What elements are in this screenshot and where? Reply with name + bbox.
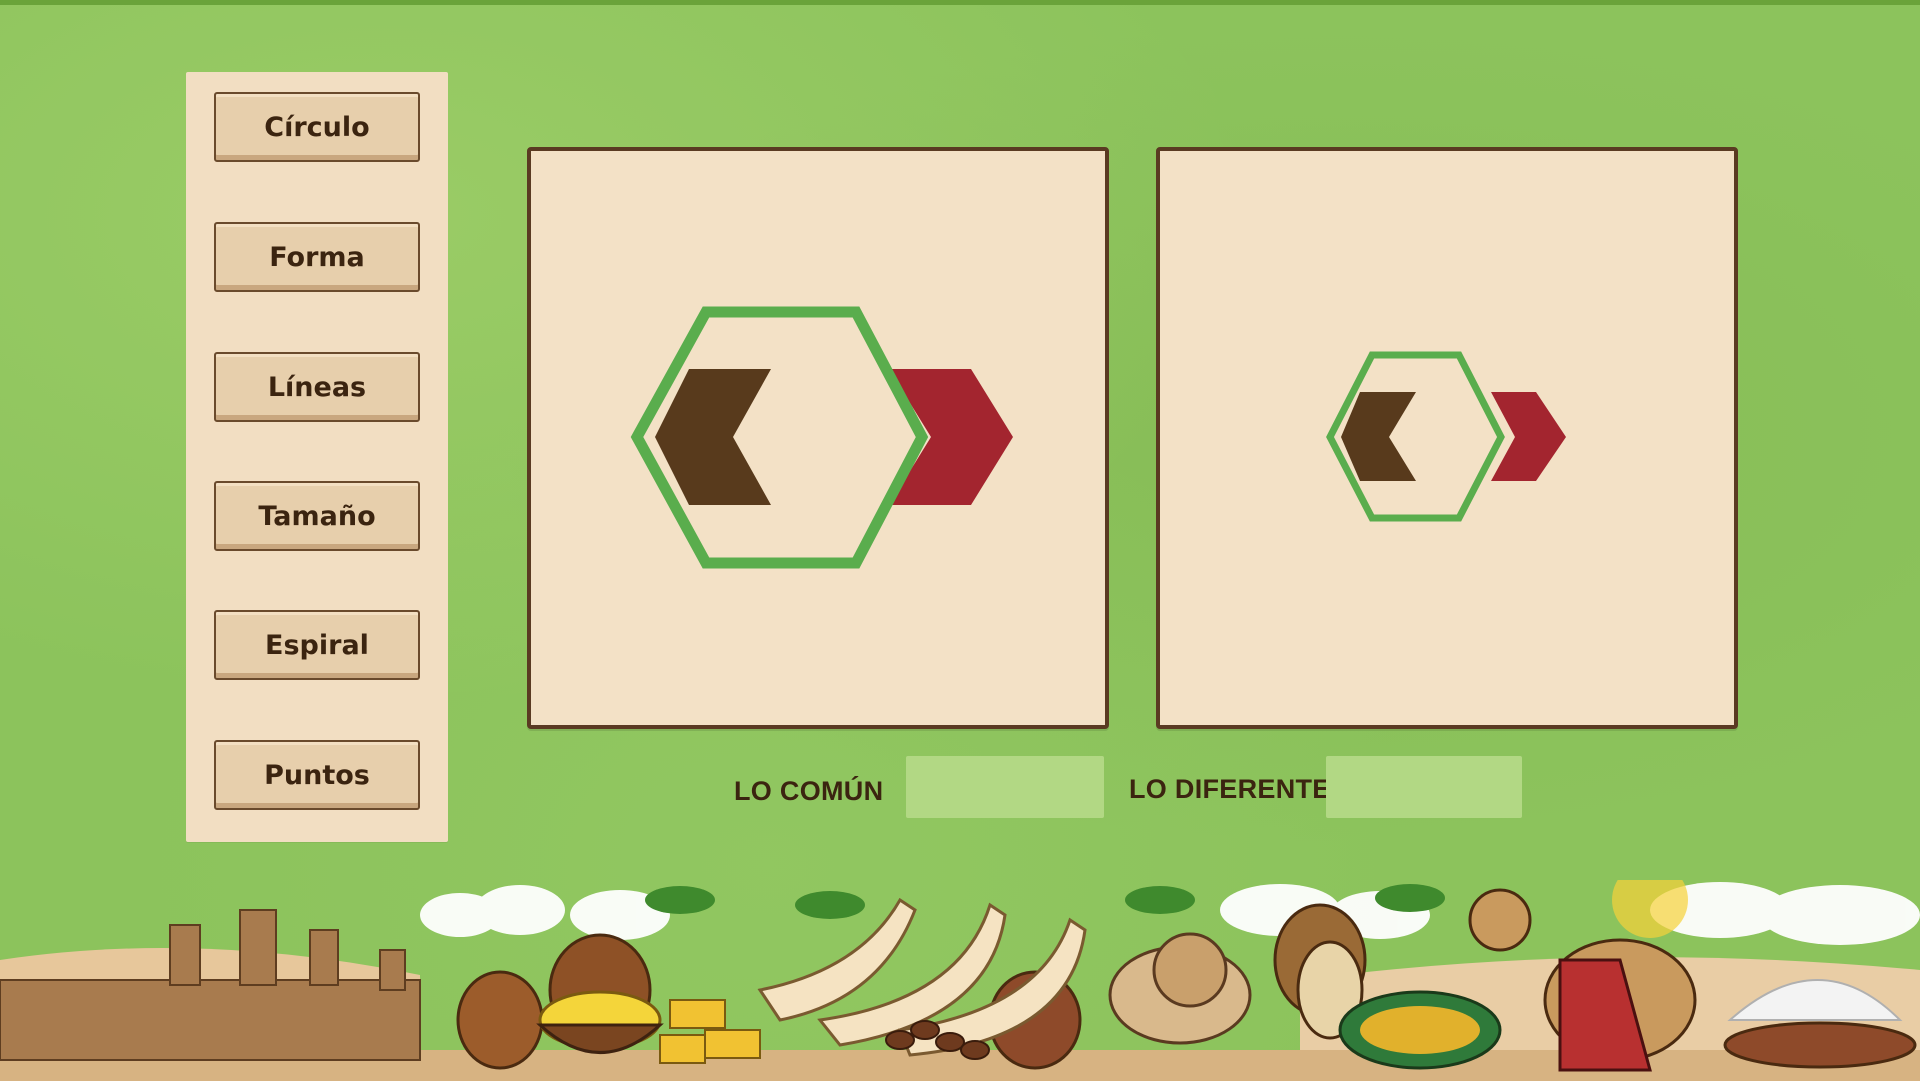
- lion-statue-icon: [1108, 932, 1252, 1045]
- city-walls-icon: [0, 909, 421, 1061]
- figure-card-right: [1156, 147, 1738, 729]
- gold-bars-icon: [659, 999, 761, 1064]
- different-answer-slot[interactable]: [1326, 756, 1522, 818]
- plank-puntos[interactable]: Puntos: [214, 740, 420, 810]
- african-scenery: [0, 880, 1920, 1081]
- figure-card-left: [527, 147, 1109, 729]
- woven-basket-icon: [1338, 990, 1502, 1070]
- common-answer-slot[interactable]: [906, 756, 1104, 818]
- plank-circulo[interactable]: Círculo: [214, 92, 420, 162]
- common-label: LO COMÚN: [734, 776, 884, 806]
- figure-left: [630, 306, 1013, 569]
- gold-bowl-icon: [536, 990, 664, 1054]
- plank-lineas[interactable]: Líneas: [214, 352, 420, 422]
- left-chevron-shape: [1341, 392, 1416, 481]
- plank-espiral[interactable]: Espiral: [214, 610, 420, 680]
- plank-tamano[interactable]: Tamaño: [214, 481, 420, 551]
- top-border: [0, 0, 1920, 5]
- attribute-panel: Círculo Forma Líneas Tamaño Espiral Punt…: [186, 72, 448, 842]
- right-chevron-shape: [889, 369, 1013, 505]
- figure-right: [1326, 351, 1566, 522]
- plank-forma[interactable]: Forma: [214, 222, 420, 292]
- different-label: LO DIFERENTE: [1129, 774, 1331, 804]
- left-chevron-shape: [655, 369, 771, 505]
